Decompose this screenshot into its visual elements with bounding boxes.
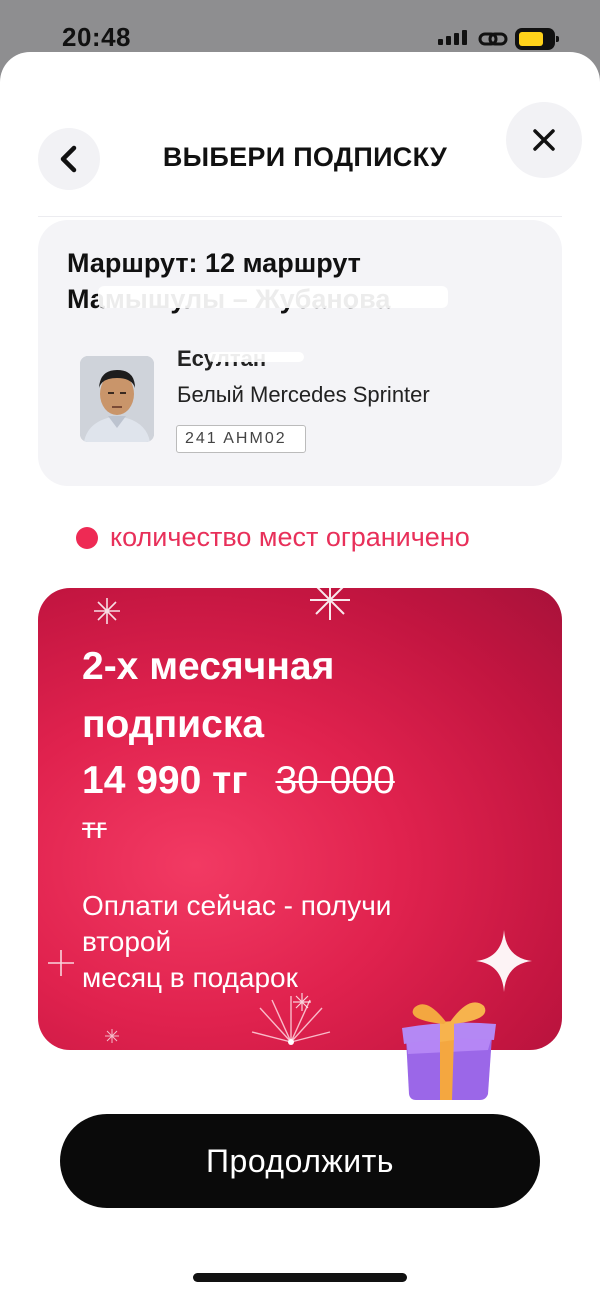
sparkle-icon bbox=[476, 930, 532, 992]
page-title: ВЫБЕРИ ПОДПИСКУ bbox=[162, 142, 448, 172]
home-indicator bbox=[193, 1273, 407, 1282]
offer-description-line: месяц в подарок bbox=[82, 962, 298, 993]
gift-icon bbox=[402, 1002, 496, 1100]
back-button[interactable] bbox=[38, 128, 100, 190]
offer-title: 2-х месячная подписка bbox=[82, 645, 335, 746]
battery-icon bbox=[515, 28, 559, 50]
limited-seats-text: количество мест ограничено bbox=[110, 522, 470, 552]
offer-old-currency: тг bbox=[82, 812, 107, 845]
route-card: Маршрут: 12 маршрут Мамышулы – Жубанова … bbox=[38, 220, 562, 486]
header-divider bbox=[38, 216, 562, 217]
sparkle-icon bbox=[105, 1029, 119, 1043]
chevron-left-icon bbox=[60, 145, 77, 173]
license-plate: 241 AHM02 bbox=[176, 425, 306, 453]
continue-button[interactable]: Продолжить bbox=[60, 1114, 540, 1208]
offer-old-price: 30 000 bbox=[275, 759, 395, 802]
status-bar: 20:48 bbox=[0, 0, 600, 56]
sparkle-icon bbox=[48, 950, 74, 976]
route-redaction bbox=[98, 286, 448, 308]
offer-description: Оплати сейчас - получи второй месяц в по… bbox=[82, 888, 462, 996]
firework-icon bbox=[251, 996, 331, 1045]
route-label: Маршрут: 12 маршрут bbox=[67, 248, 361, 278]
vehicle-name: Белый Mercedes Sprinter bbox=[177, 382, 430, 407]
close-button[interactable] bbox=[506, 102, 582, 178]
subscription-offer-card[interactable]: 2-х месячная подписка 14 990 тг 30 000 тг… bbox=[38, 588, 562, 1050]
subscription-sheet: ВЫБЕРИ ПОДПИСКУ Маршрут: 12 маршрут Мамы… bbox=[0, 52, 600, 1298]
link-icon bbox=[478, 32, 508, 46]
close-icon bbox=[533, 129, 555, 151]
sparkle-icon bbox=[94, 598, 120, 624]
sparkle-icon bbox=[310, 588, 350, 620]
alert-dot-icon bbox=[76, 526, 98, 549]
limited-seats-notice: количество мест ограничено bbox=[76, 522, 470, 553]
offer-price-line: 14 990 тг 30 000 bbox=[82, 752, 522, 810]
driver-avatar bbox=[80, 356, 154, 442]
offer-price: 14 990 тг bbox=[82, 759, 248, 802]
status-time: 20:48 bbox=[62, 22, 131, 52]
offer-description-line: Оплати сейчас - получи второй bbox=[82, 890, 392, 957]
driver-name-redaction bbox=[208, 352, 304, 362]
cellular-signal-icon bbox=[438, 30, 467, 45]
